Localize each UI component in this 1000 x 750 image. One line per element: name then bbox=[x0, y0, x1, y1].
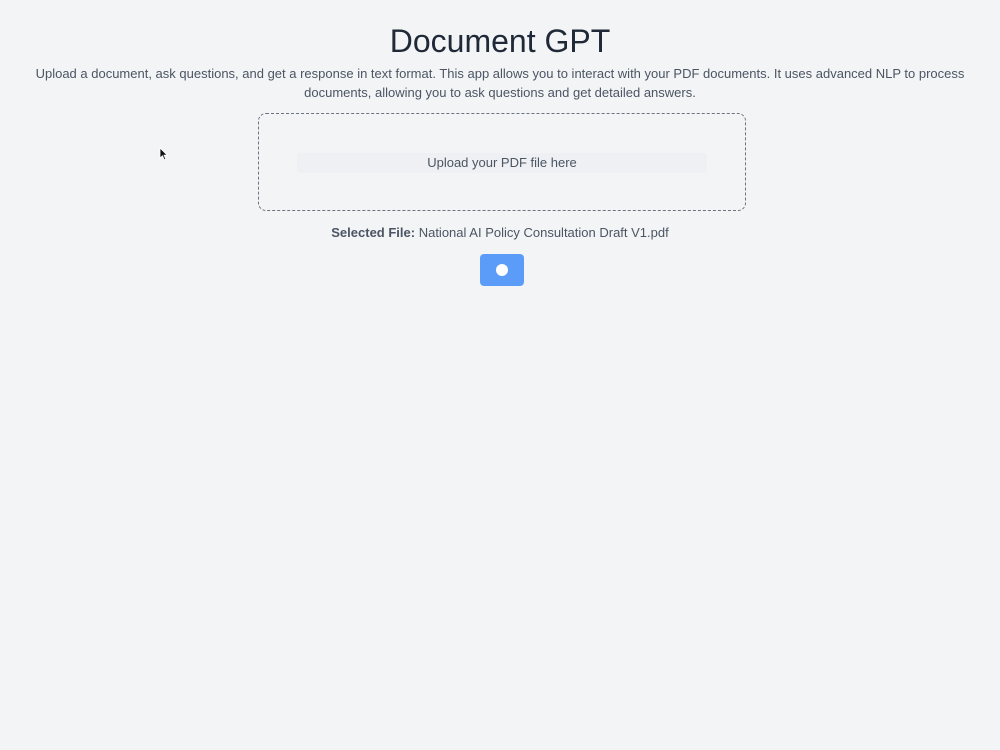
page-description: Upload a document, ask questions, and ge… bbox=[35, 66, 965, 100]
selected-file-label: Selected File: bbox=[331, 225, 416, 240]
selected-file-info: Selected File: National AI Policy Consul… bbox=[0, 225, 1000, 241]
submit-button[interactable] bbox=[480, 254, 524, 286]
circle-dot-icon bbox=[496, 264, 508, 276]
selected-file-name: National AI Policy Consultation Draft V1… bbox=[418, 225, 669, 240]
pdf-upload-dropzone[interactable]: Upload your PDF file here bbox=[258, 113, 746, 211]
upload-prompt[interactable]: Upload your PDF file here bbox=[297, 153, 707, 173]
page-title: Document GPT bbox=[389, 23, 611, 59]
mouse-pointer-icon bbox=[159, 147, 169, 161]
document-gpt-page: Document GPT Upload a document, ask ques… bbox=[0, 0, 1000, 750]
